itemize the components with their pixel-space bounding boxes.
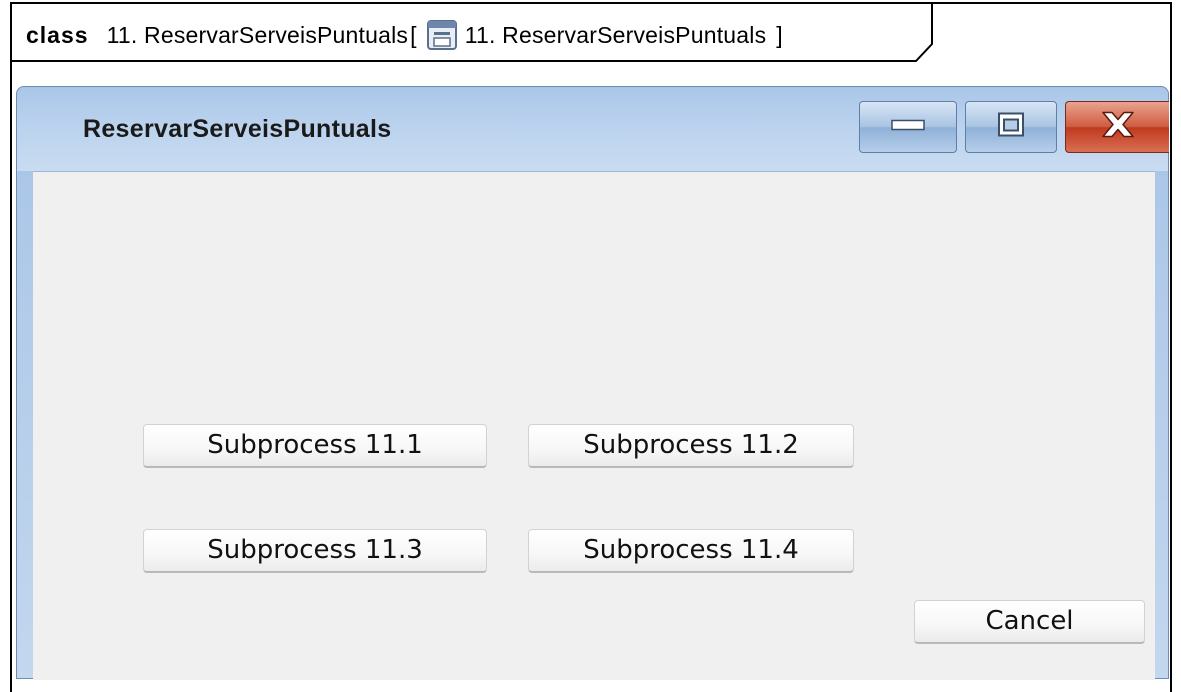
cancel-button[interactable]: Cancel [914, 600, 1145, 644]
open-bracket: [ [410, 21, 417, 48]
frame-header: class 11. ReservarServeisPuntuals [ 11. … [12, 4, 933, 62]
frame-header-label: class 11. ReservarServeisPuntuals [ 11. … [26, 20, 785, 50]
window-client-area: Subprocess 11.1 Subprocess 11.2 Subproce… [33, 171, 1155, 680]
window-titlebar[interactable]: ReservarServeisPuntuals [17, 87, 1169, 171]
subprocess-11-4-button[interactable]: Subprocess 11.4 [528, 529, 854, 573]
maximize-button[interactable] [965, 101, 1057, 153]
diagram-name: 11. ReservarServeisPuntuals [464, 21, 767, 48]
close-button[interactable] [1065, 101, 1169, 153]
close-bracket: ] [776, 21, 783, 48]
close-icon [1098, 110, 1138, 145]
subprocess-11-3-button[interactable]: Subprocess 11.3 [143, 529, 487, 573]
frame-keyword: class [26, 21, 89, 48]
subprocess-11-1-button[interactable]: Subprocess 11.1 [143, 424, 487, 468]
dialog-window: ReservarServeisPuntuals Subprocess 11.1 … [16, 86, 1169, 680]
subprocess-11-2-button[interactable]: Subprocess 11.2 [528, 424, 854, 468]
window-title: ReservarServeisPuntuals [83, 115, 392, 143]
diagram-icon [426, 20, 457, 50]
frame-name: 11. ReservarServeisPuntuals [106, 21, 409, 48]
minimize-icon [891, 118, 925, 137]
minimize-button[interactable] [859, 101, 957, 153]
maximize-icon [997, 112, 1025, 143]
